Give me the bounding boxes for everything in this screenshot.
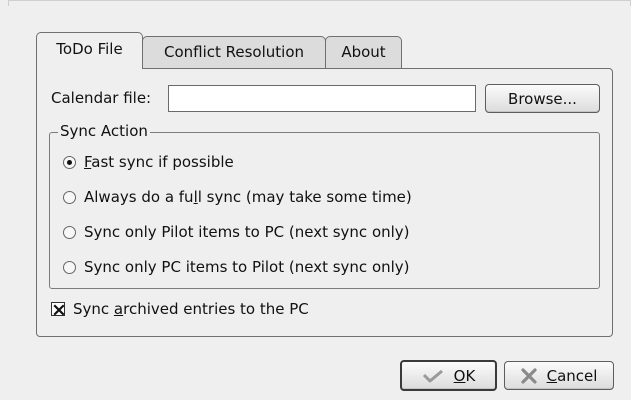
radio-label: Fast sync if possible — [84, 153, 234, 171]
sync-archived-checkbox-row[interactable]: Sync archived entries to the PC — [51, 298, 309, 320]
calendar-file-input[interactable] — [168, 85, 476, 112]
tab-conflict-resolution[interactable]: Conflict Resolution — [142, 36, 326, 68]
browse-label: Browse... — [508, 89, 577, 108]
todo-file-panel: Calendar file: Browse... Sync Action Fas… — [36, 68, 613, 337]
radio-pilot-to-pc[interactable]: Sync only Pilot items to PC (next sync o… — [63, 221, 410, 243]
radio-fast-sync[interactable]: Fast sync if possible — [63, 151, 234, 173]
radio-label: Always do a full sync (may take some tim… — [84, 188, 412, 206]
radio-button[interactable] — [63, 225, 76, 239]
frame-line — [8, 0, 630, 1]
tab-todo-file[interactable]: ToDo File — [36, 32, 143, 69]
check-x-icon — [53, 304, 65, 316]
radio-button[interactable] — [63, 190, 76, 204]
radio-label: Sync only PC items to Pilot (next sync o… — [84, 258, 410, 276]
radio-button[interactable] — [63, 260, 76, 274]
x-cross-icon — [520, 367, 537, 384]
sync-action-title: Sync Action — [58, 122, 150, 140]
checkmark-icon — [422, 369, 444, 383]
tab-label: Conflict Resolution — [163, 42, 305, 61]
frame-edge-left — [8, 0, 9, 6]
ok-button[interactable]: OK — [400, 360, 497, 391]
archived-checkbox[interactable] — [51, 302, 65, 316]
browse-button[interactable]: Browse... — [485, 84, 600, 113]
cancel-button[interactable]: Cancel — [504, 361, 614, 390]
archived-label: Sync archived entries to the PC — [73, 300, 309, 318]
radio-label: Sync only Pilot items to PC (next sync o… — [84, 223, 410, 241]
radio-button-checked[interactable] — [63, 155, 76, 169]
tab-about[interactable]: About — [325, 36, 402, 68]
cancel-label: Cancel — [546, 366, 598, 385]
window-frame-top — [0, 0, 631, 6]
tab-label: About — [341, 42, 386, 61]
tab-label: ToDo File — [56, 40, 123, 58]
sync-action-group: Sync Action Fast sync if possible Always… — [49, 122, 600, 289]
radio-pc-to-pilot[interactable]: Sync only PC items to Pilot (next sync o… — [63, 256, 410, 278]
calendar-file-label: Calendar file: — [51, 89, 152, 107]
radio-full-sync[interactable]: Always do a full sync (may take some tim… — [63, 186, 412, 208]
ok-label: OK — [453, 366, 476, 385]
